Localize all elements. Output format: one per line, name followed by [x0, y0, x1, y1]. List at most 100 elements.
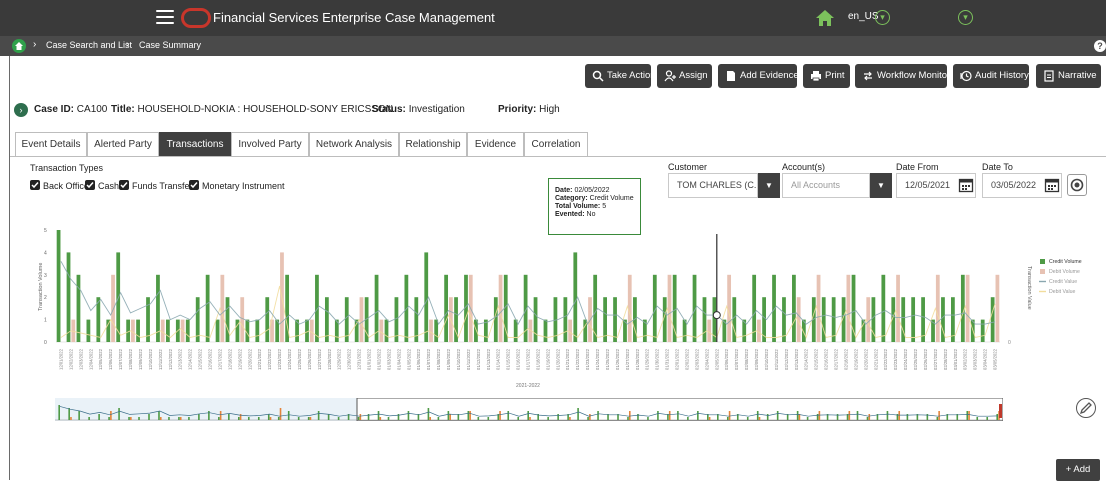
x-axis-label: 2021-2022: [516, 383, 540, 389]
x-tick-label: 01/10/2022: [456, 348, 461, 370]
credit-volume-bar: [563, 297, 568, 342]
x-tick-label: 02/24/2022: [903, 348, 908, 370]
x-tick-label: 12/03/2022: [78, 348, 83, 370]
x-tick-label: 12/09/2022: [138, 348, 143, 370]
x-tick-label: 12/18/2022: [227, 348, 232, 370]
debit-volume-bar: [429, 319, 433, 342]
credit-volume-bar: [424, 252, 429, 342]
customer-dropdown-chevron-icon[interactable]: ▼: [758, 173, 780, 198]
print-button[interactable]: Print: [803, 64, 850, 88]
transaction-chart[interactable]: 012345010K20K30K40K50KTransaction Volume…: [30, 222, 1096, 397]
overview-credit-bar: [547, 417, 549, 420]
locale-selector[interactable]: en_US: [848, 11, 879, 22]
monetary-instrument-label: Monetary Instrument: [202, 181, 285, 191]
evidence-icon: [727, 71, 735, 81]
x-tick-label: 01/04/2022: [396, 348, 401, 370]
tab-involved-party[interactable]: Involved Party: [231, 132, 309, 157]
x-tick-label: 12/10/2022: [148, 348, 153, 370]
tab-transactions[interactable]: Transactions: [159, 132, 231, 157]
x-tick-label: 01/13/2022: [486, 348, 491, 370]
accounts-dropdown-chevron-icon[interactable]: ▼: [870, 173, 892, 198]
overview-credit-bar: [856, 411, 859, 420]
date-from-calendar-icon[interactable]: [958, 177, 974, 193]
assign-button[interactable]: Assign: [657, 64, 712, 88]
tab-correlation[interactable]: Correlation: [524, 132, 588, 157]
chart-overview-navigator[interactable]: [55, 398, 1003, 421]
x-tick-label: 12/27/2022: [317, 348, 322, 370]
x-tick-label: 02/09/2022: [754, 348, 759, 370]
take-action-button[interactable]: Take Action: [585, 64, 656, 88]
overview-credit-bar: [477, 417, 480, 420]
legend-label: Debit Volume: [1049, 269, 1080, 275]
customer-select[interactable]: TOM CHARLES (C...: [668, 173, 758, 198]
accounts-select[interactable]: All Accounts: [782, 173, 870, 198]
user-menu-chevron-down-icon[interactable]: ▾: [958, 10, 973, 25]
y-tick-label: 5: [44, 228, 47, 234]
checkbox-checked-icon: [119, 180, 129, 190]
assign-label: Assign: [679, 70, 708, 81]
tab-relationship[interactable]: Relationship: [399, 132, 467, 157]
overview-debit-bar: [279, 408, 282, 420]
refresh-button[interactable]: [1067, 174, 1087, 196]
overview-debit-bar: [868, 414, 871, 420]
breadcrumb-case-search[interactable]: Case Search and List: [46, 40, 132, 50]
x-tick-label: 03/04/2022: [983, 348, 988, 370]
x-tick-label: 12/02/2022: [68, 348, 73, 370]
credit-volume-bar: [384, 319, 389, 342]
x-tick-label: 12/07/2022: [118, 348, 123, 370]
breadcrumb-home-icon[interactable]: [12, 39, 26, 53]
tab-evidence[interactable]: Evidence: [467, 132, 524, 157]
funds-transfer-checkbox[interactable]: Funds Transfer: [119, 180, 193, 191]
overview-credit-bar: [776, 411, 779, 420]
locale-chevron-down-icon[interactable]: ▾: [875, 10, 890, 25]
x-tick-label: 02/15/2022: [814, 348, 819, 370]
audit-history-button[interactable]: Audit History: [953, 64, 1029, 88]
history-icon: [960, 70, 972, 82]
credit-volume-bar: [543, 319, 548, 342]
case-title: HOUSEHOLD-NOKIA : HOUSEHOLD-SONY ERICSSO…: [137, 104, 393, 115]
x-tick-label: 03/02/2022: [963, 348, 968, 370]
x-tick-label: 01/17/2022: [526, 348, 531, 370]
debit-volume-bar: [846, 274, 851, 342]
x-tick-label: 12/06/2022: [108, 348, 113, 370]
add-button[interactable]: + Add: [1056, 459, 1100, 481]
tab-event-details[interactable]: Event Details: [15, 132, 87, 157]
x-tick-label: 12/24/2022: [287, 348, 292, 370]
x-tick-label: 12/19/2022: [237, 348, 242, 370]
credit-volume-bar: [136, 319, 140, 342]
overview-debit-bar: [938, 411, 940, 420]
workflow-monitor-button[interactable]: Workflow Monitor: [855, 64, 950, 88]
x-tick-label: 01/08/2022: [436, 348, 441, 370]
monetary-instrument-checkbox[interactable]: Monetary Instrument: [189, 180, 285, 191]
cash-checkbox[interactable]: Cash: [85, 180, 119, 191]
x-tick-label: 03/03/2022: [973, 348, 978, 370]
home-icon[interactable]: [815, 9, 835, 27]
overview-credit-bar: [976, 417, 979, 420]
tab-alerted-party[interactable]: Alerted Party: [87, 132, 159, 157]
overview-credit-bar: [766, 414, 769, 420]
credit-volume-bar: [265, 297, 270, 342]
credit-volume-bar: [702, 297, 707, 342]
x-tick-label: 01/06/2022: [416, 348, 421, 370]
tooltip-date-label: Date:: [555, 187, 573, 194]
x-tick-label: 02/06/2022: [724, 348, 729, 370]
overview-credit-bar: [597, 411, 599, 420]
edit-pencil-icon[interactable]: [1076, 398, 1096, 418]
x-tick-label: 02/17/2022: [834, 348, 839, 370]
hamburger-menu-icon[interactable]: [156, 10, 174, 24]
tab-network-analysis[interactable]: Network Analysis: [309, 132, 399, 157]
x-tick-label: 12/20/2022: [247, 348, 252, 370]
date-to-calendar-icon[interactable]: [1044, 177, 1060, 193]
narrative-button[interactable]: Narrative: [1036, 64, 1101, 88]
back-office-checkbox[interactable]: Back Office: [30, 180, 89, 191]
overview-credit-bar: [138, 417, 140, 420]
x-tick-label: 02/20/2022: [863, 348, 868, 370]
transaction-types-label: Transaction Types: [30, 163, 104, 173]
help-icon[interactable]: ?: [1094, 40, 1106, 52]
add-evidence-button[interactable]: Add Evidence: [718, 64, 799, 88]
case-priority-label: Priority:: [498, 104, 537, 115]
expand-case-chevron-icon[interactable]: ›: [14, 103, 28, 117]
x-tick-label: 01/14/2022: [496, 348, 501, 370]
overview-credit-bar: [866, 417, 869, 420]
assign-icon: [664, 70, 676, 82]
